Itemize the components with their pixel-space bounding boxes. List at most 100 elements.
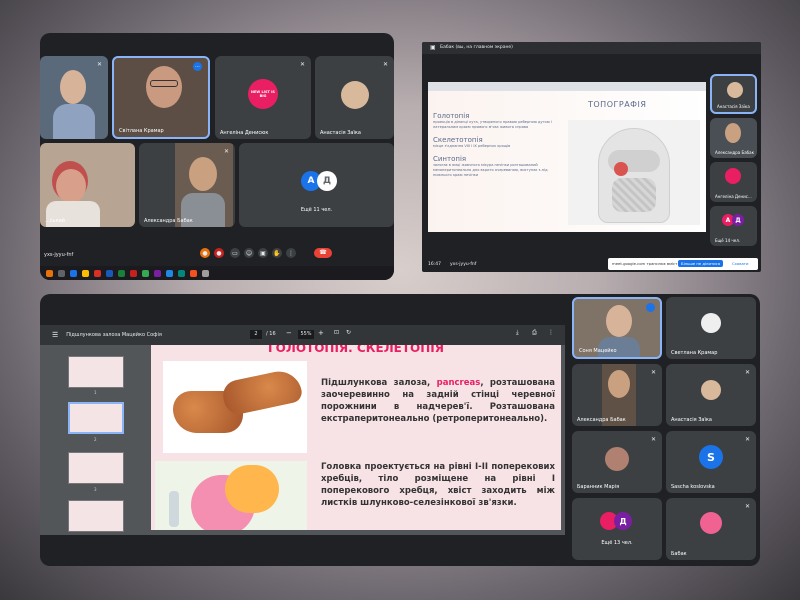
- meet-window-top-left: ✕ ... Світлана Крамар NEW LIST IS BIG ✕ …: [40, 33, 394, 280]
- share-notice: meet.google.com транслює вміст: [612, 261, 678, 266]
- page-thumbnail-active[interactable]: [68, 402, 124, 434]
- app-icon[interactable]: [46, 269, 53, 277]
- window-title: Бабак (вы, на главном экране): [440, 45, 513, 50]
- app-icon[interactable]: [70, 269, 77, 277]
- camera-button[interactable]: ●: [214, 248, 224, 258]
- rotate-icon[interactable]: ↻: [346, 329, 351, 336]
- more-options-icon[interactable]: ...: [193, 62, 202, 71]
- mic-off-icon: ✕: [382, 61, 388, 68]
- section-text: проекція в ділянці кута, утвореного прав…: [433, 120, 552, 129]
- participant-name: Ангеліна Денисюк: [220, 130, 269, 136]
- meet-window-bottom: ☰ Підшлункова залоза Мацейко Софія 2 / 1…: [40, 294, 760, 566]
- participant-video: [60, 70, 86, 104]
- zoom-input[interactable]: 55%: [298, 330, 314, 339]
- section-heading: Голотопія: [433, 112, 470, 120]
- page-thumbnail[interactable]: [68, 356, 124, 388]
- participant-tile-active[interactable]: Соня Мацейко: [572, 297, 662, 359]
- page-number-input[interactable]: 2: [250, 330, 262, 339]
- app-icon[interactable]: [178, 269, 185, 277]
- gallbladder-highlight: [614, 162, 628, 176]
- avatar-logo: [725, 168, 741, 184]
- meeting-code: yxs-jyyu-fnf: [450, 262, 477, 267]
- participant-tile[interactable]: S ✕ Sascha koslovska: [666, 431, 756, 493]
- pdf-title: Підшлункова залоза Мацейко Софія: [66, 332, 162, 338]
- app-icon[interactable]: [118, 269, 125, 277]
- more-count: Ещё 13 чел.: [601, 540, 633, 546]
- slide-text: Голотопія проекція в ділянці кута, утвор…: [433, 112, 563, 178]
- participant-name: Александра Бабак: [144, 218, 193, 224]
- participant-tile[interactable]: ✕ Бабак: [666, 498, 756, 560]
- participant-video: [608, 370, 630, 398]
- app-icon[interactable]: [82, 269, 89, 277]
- participant-name: Светлана Крамар: [671, 350, 718, 356]
- participant-tile[interactable]: ✕ Александра Бабак: [139, 143, 235, 227]
- participant-tile-active[interactable]: ... Світлана Крамар: [112, 56, 210, 139]
- app-icon[interactable]: [190, 269, 197, 277]
- stop-sharing-button[interactable]: Більше не ділитися: [678, 260, 723, 267]
- app-icon[interactable]: [166, 269, 173, 277]
- speaking-indicator-icon: [646, 303, 655, 312]
- page-thumbnail[interactable]: [68, 500, 124, 532]
- avatar-photo: [727, 82, 743, 98]
- app-icon[interactable]: [154, 269, 161, 277]
- more-icon[interactable]: ⋮: [286, 248, 296, 258]
- zoom-in-icon[interactable]: +: [318, 329, 324, 337]
- app-icon[interactable]: [94, 269, 101, 277]
- browser-toolbar: [428, 82, 706, 91]
- app-icon[interactable]: [106, 269, 113, 277]
- participant-tile[interactable]: ...ський: [40, 143, 135, 227]
- more-participants-tile[interactable]: Д Ещё 13 чел.: [572, 498, 662, 560]
- pancreas-illustration: [163, 361, 307, 453]
- present-icon[interactable]: ▣: [258, 248, 268, 258]
- participant-tile[interactable]: NEW LIST IS BIG ✕ Ангеліна Денисюк: [215, 56, 311, 139]
- page-thumbnail[interactable]: [68, 452, 124, 484]
- thumbnail-number: 2: [94, 437, 97, 442]
- participant-tile[interactable]: Светлана Крамар: [666, 297, 756, 359]
- mic-off-icon: ✕: [650, 369, 656, 376]
- page-total: / 16: [266, 331, 276, 337]
- participant-tile-active[interactable]: Анастасія Заїка: [710, 74, 757, 114]
- shared-slide: ТОПОГРАФІЯ Голотопія проекція в ділянці …: [428, 82, 706, 232]
- avatar-initial: Д: [317, 171, 337, 191]
- app-icon[interactable]: [202, 269, 209, 277]
- thumbnail-number: 1: [94, 390, 97, 395]
- avatar-photo: [341, 81, 369, 109]
- participant-tile[interactable]: ✕: [40, 56, 108, 139]
- hand-icon[interactable]: ✋: [272, 248, 282, 258]
- participant-name: Александра Бабак: [577, 417, 626, 423]
- participant-tile[interactable]: ✕ Анастасія Заїка: [315, 56, 394, 139]
- slide-title: ТОПОГРАФІЯ: [588, 100, 647, 109]
- participant-video: [725, 123, 741, 143]
- fit-page-icon[interactable]: ⊡: [334, 329, 339, 336]
- participant-video: [56, 169, 86, 203]
- participant-tile[interactable]: ✕ Баранник Марія: [572, 431, 662, 493]
- emoji-icon[interactable]: ☺: [244, 248, 254, 258]
- app-icon[interactable]: [130, 269, 137, 277]
- mic-off-icon: ✕: [223, 148, 229, 155]
- app-icon[interactable]: [58, 269, 65, 277]
- avatar-photo: [701, 313, 721, 333]
- more-icon[interactable]: ⋮: [548, 329, 554, 336]
- more-participants-tile[interactable]: А Д Ещё 11 чел.: [239, 143, 394, 227]
- participant-tile[interactable]: Александра Бабак: [710, 118, 757, 158]
- zoom-out-icon[interactable]: −: [286, 329, 292, 337]
- mic-off-icon: ✕: [96, 61, 102, 68]
- participant-tile[interactable]: ✕ Александра Бабак: [572, 364, 662, 426]
- participant-tile[interactable]: Ангеліна Денис...: [710, 162, 757, 202]
- app-icon[interactable]: [142, 269, 149, 277]
- download-icon[interactable]: ⤓: [516, 329, 519, 337]
- section-heading: Синтопія: [433, 155, 467, 163]
- print-icon[interactable]: ⎙: [532, 329, 537, 337]
- participant-name: Анастасія Заїка: [320, 130, 361, 136]
- hide-button[interactable]: Сховати: [732, 261, 748, 266]
- participant-video: [606, 305, 632, 337]
- participant-video: [53, 104, 95, 139]
- participant-name: Александра Бабак: [715, 150, 754, 155]
- end-call-button[interactable]: ☎: [314, 248, 332, 258]
- menu-icon[interactable]: ☰: [52, 331, 58, 339]
- meet-window-top-right: ▣ Бабак (вы, на главном экране) ТОПОГРАФ…: [422, 42, 761, 272]
- more-participants-tile[interactable]: А Д Ещё 14 чел.: [710, 206, 757, 246]
- captions-icon[interactable]: ▭: [230, 248, 240, 258]
- mic-button[interactable]: ●: [200, 248, 210, 258]
- participant-tile[interactable]: ✕ Анастасія Заїка: [666, 364, 756, 426]
